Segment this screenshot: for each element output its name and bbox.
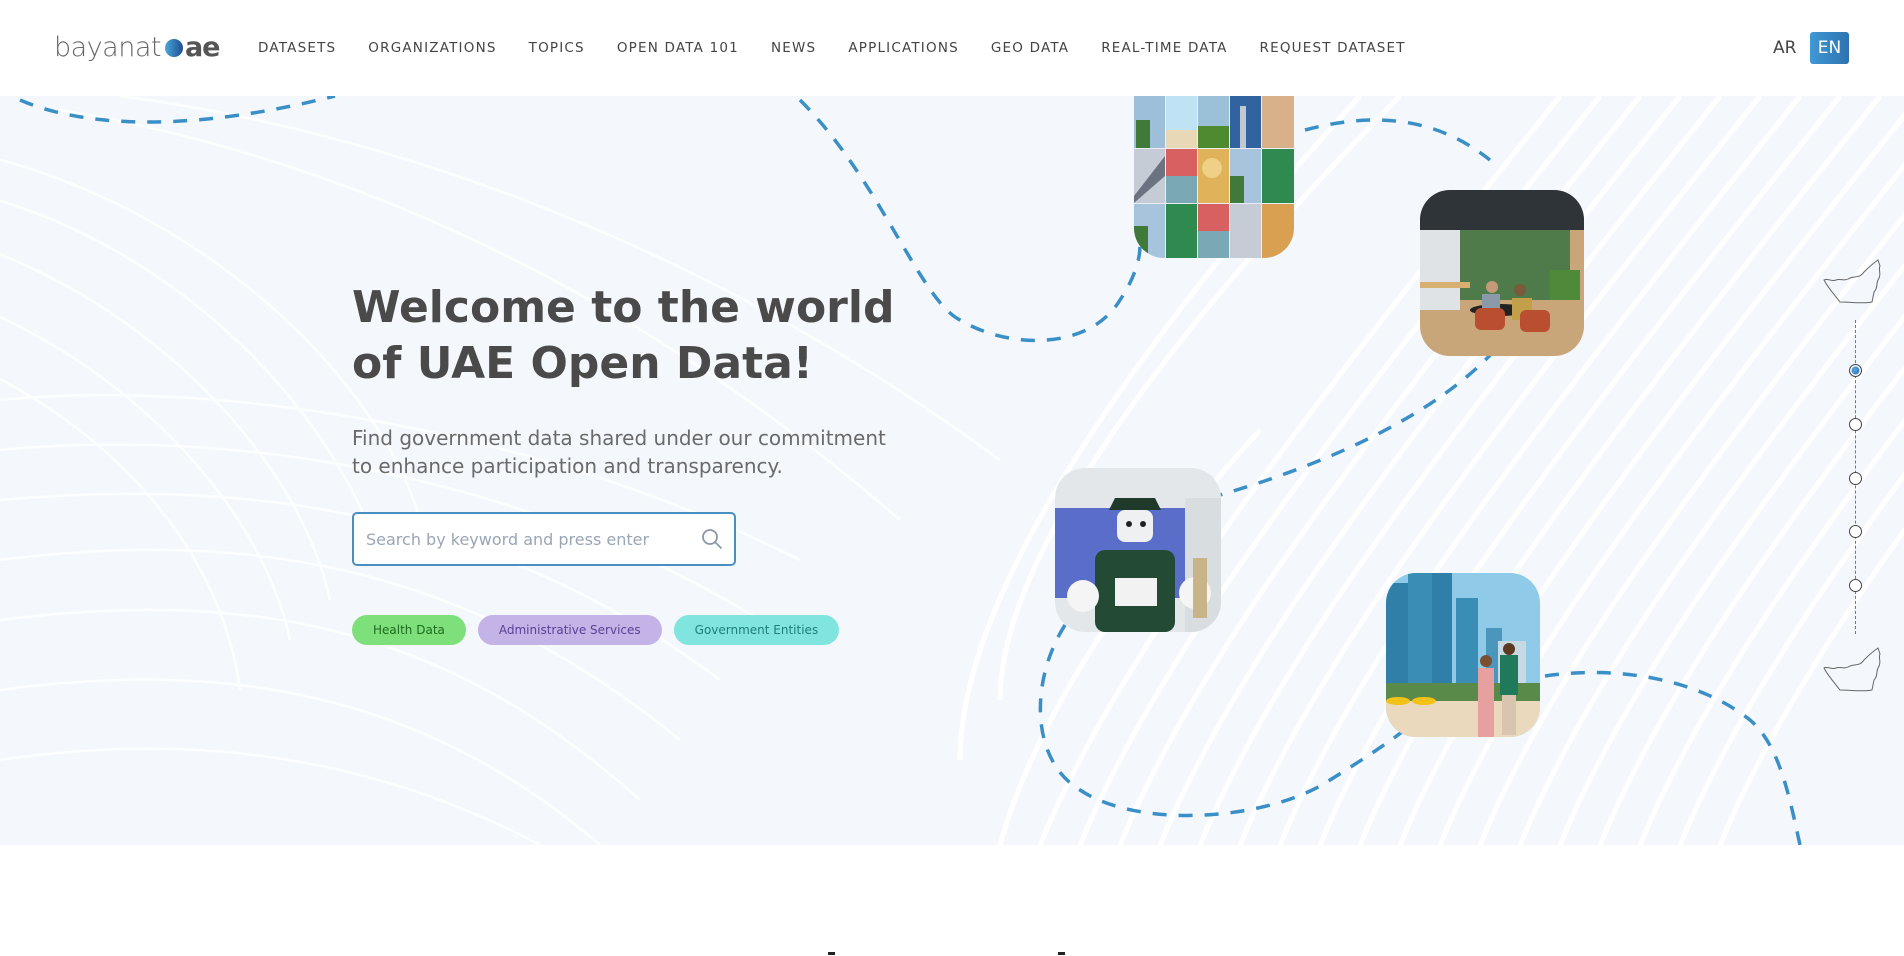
chip-health-data[interactable]: Health Data (352, 615, 466, 645)
photo-coworking (1420, 190, 1584, 356)
language-en-button[interactable]: EN (1810, 32, 1849, 64)
search-box (352, 512, 736, 566)
collage-image (1134, 96, 1294, 258)
bayanat-logo[interactable]: bayanat ae (54, 30, 220, 64)
nav-topics[interactable]: TOPICS (529, 40, 585, 56)
chip-government-entities[interactable]: Government Entities (673, 615, 840, 645)
uae-map-top-icon[interactable] (1822, 258, 1886, 310)
search-input[interactable] (354, 529, 684, 549)
nav-applications[interactable]: APPLICATIONS (848, 40, 959, 56)
chip-administrative-services[interactable]: Administrative Services (477, 615, 662, 645)
slider-step-4[interactable] (1849, 525, 1862, 538)
site-header: bayanat ae DATASETS ORGANIZATIONS TOPICS… (0, 0, 1904, 96)
beach-image (1386, 573, 1540, 737)
nav-open-data-101[interactable]: OPEN DATA 101 (617, 40, 739, 56)
next-section-heading-fragment (1058, 952, 1065, 955)
hero-title: Welcome to the world of UAE Open Data! (352, 282, 895, 389)
search-icon[interactable] (700, 527, 724, 551)
slider-step-5[interactable] (1849, 579, 1862, 592)
language-ar-button[interactable]: AR (1773, 38, 1796, 58)
photo-robocop (1055, 468, 1221, 632)
nav-datasets[interactable]: DATASETS (258, 40, 336, 56)
slider-step-3[interactable] (1849, 472, 1862, 485)
hero-section: Welcome to the world of UAE Open Data! F… (0, 96, 1904, 845)
hero-background (0, 96, 1904, 845)
nav-news[interactable]: NEWS (771, 40, 816, 56)
hero-subtitle: Find government data shared under our co… (352, 426, 886, 478)
nav-real-time-data[interactable]: REAL-TIME DATA (1101, 40, 1227, 56)
nav-request-dataset[interactable]: REQUEST DATASET (1260, 40, 1406, 56)
next-section-heading-fragment (828, 952, 835, 955)
nav-geo-data[interactable]: GEO DATA (991, 40, 1069, 56)
slider-step-1[interactable] (1849, 364, 1862, 377)
photo-collage (1134, 96, 1294, 258)
main-nav: DATASETS ORGANIZATIONS TOPICS OPEN DATA … (258, 40, 1438, 56)
logo-suffix: ae (184, 31, 221, 63)
logo-dot-icon (164, 39, 183, 57)
photo-beach (1386, 573, 1540, 737)
uae-map-bottom-icon[interactable] (1822, 646, 1886, 698)
coworking-image (1420, 190, 1584, 356)
logo-text: bayanat (54, 31, 161, 63)
robocop-image (1055, 468, 1221, 632)
nav-organizations[interactable]: ORGANIZATIONS (368, 40, 496, 56)
slider-step-2[interactable] (1849, 418, 1862, 431)
topic-chips: Health Data Administrative Services Gove… (352, 615, 840, 645)
